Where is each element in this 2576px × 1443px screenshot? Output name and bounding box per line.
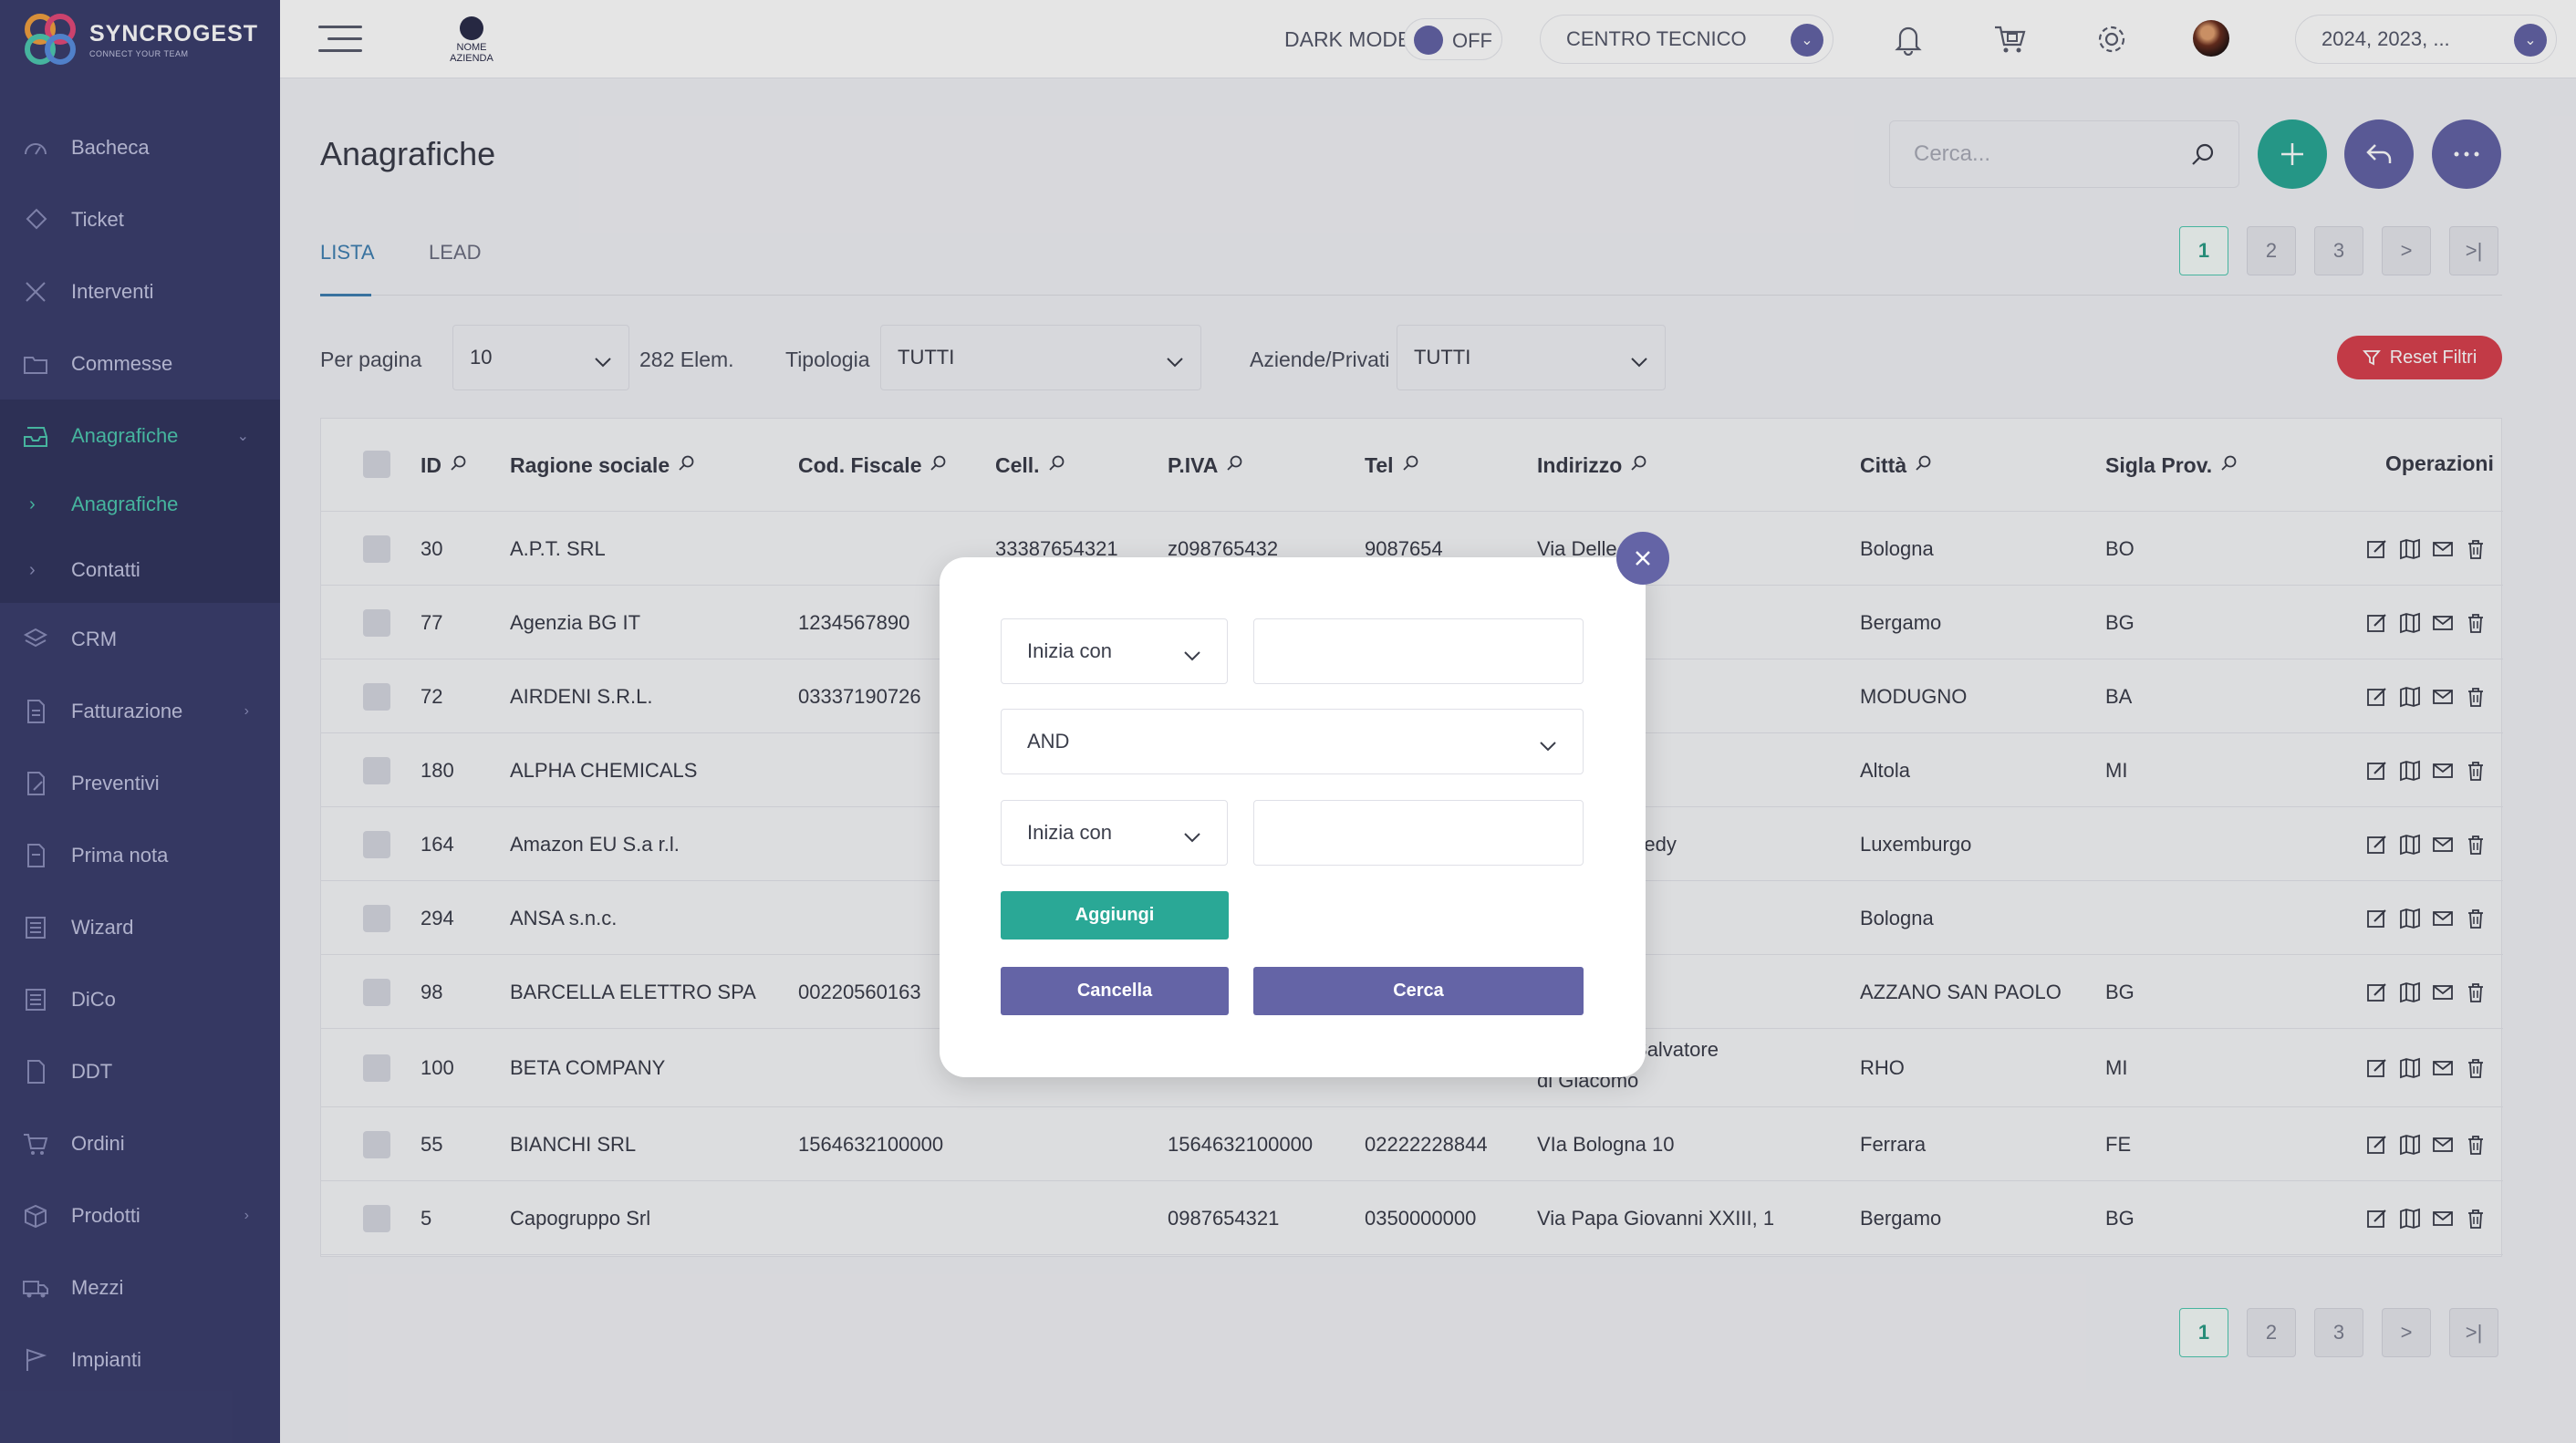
close-icon: [1636, 551, 1650, 566]
chevron-down-icon: [1539, 733, 1557, 757]
chevron-down-icon: [1183, 643, 1201, 667]
search-button[interactable]: Cerca: [1253, 967, 1584, 1015]
operator-value: AND: [1027, 730, 1070, 753]
add-condition-button[interactable]: Aggiungi: [1001, 891, 1229, 940]
condition-2-input[interactable]: [1253, 800, 1584, 866]
filter-modal: Inizia con AND Inizia con Aggiungi Cance…: [940, 557, 1646, 1077]
condition-1-value: Inizia con: [1027, 639, 1112, 662]
condition-2-value: Inizia con: [1027, 821, 1112, 844]
close-modal-button[interactable]: [1616, 532, 1669, 585]
condition-1-input[interactable]: [1253, 618, 1584, 684]
chevron-down-icon: [1183, 825, 1201, 848]
operator-select[interactable]: AND: [1001, 709, 1584, 774]
condition-2-select[interactable]: Inizia con: [1001, 800, 1228, 866]
cancel-button[interactable]: Cancella: [1001, 967, 1229, 1015]
condition-1-select[interactable]: Inizia con: [1001, 618, 1228, 684]
